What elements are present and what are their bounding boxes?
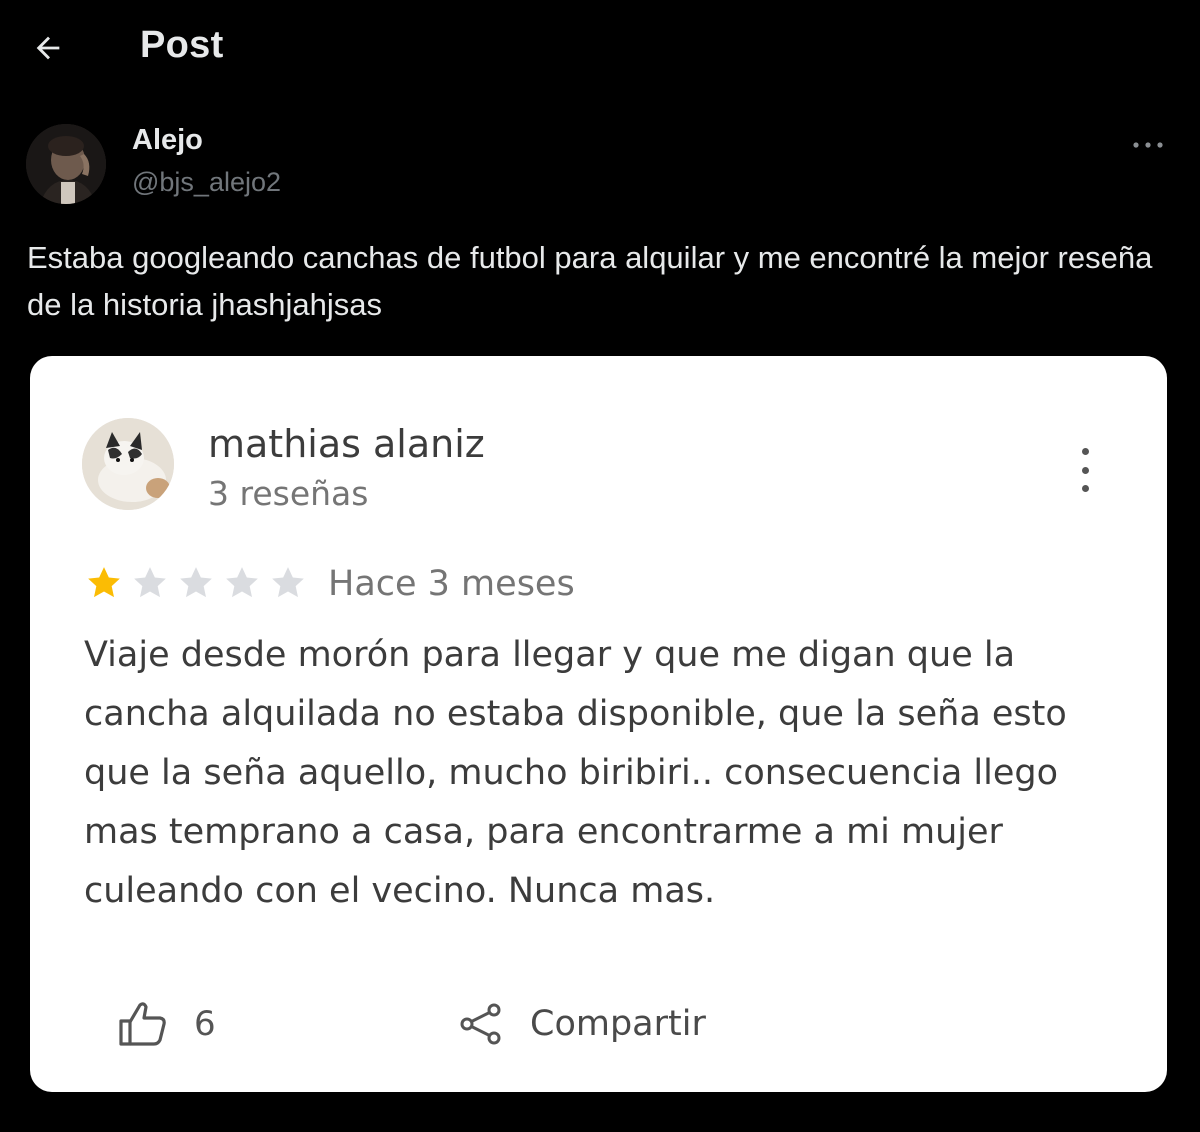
share-button[interactable]: Compartir	[458, 1001, 706, 1047]
star-icon	[134, 567, 166, 598]
review-date: Hace 3 meses	[328, 564, 575, 604]
star-icon	[226, 567, 258, 598]
star-icon	[272, 567, 304, 598]
like-button[interactable]: 6	[118, 1001, 216, 1047]
share-label: Compartir	[530, 1004, 706, 1044]
thumbs-up-icon	[119, 1002, 166, 1046]
reviewer-avatar[interactable]	[82, 418, 174, 510]
more-vertical-icon	[1081, 448, 1089, 455]
arrow-left-icon	[36, 36, 60, 60]
share-icon	[460, 1003, 501, 1045]
review-menu-button[interactable]	[1075, 448, 1095, 492]
post-header: Post	[0, 0, 1200, 95]
review-text: Viaje desde morón para llegar y que me d…	[84, 635, 1067, 911]
reviewer-name[interactable]: mathias alaniz	[208, 422, 485, 466]
more-horizontal-icon	[1133, 142, 1163, 148]
star-rating	[84, 563, 314, 603]
review-card-image[interactable]: mathias alaniz 3 reseñas Hace 3 meses Vi…	[30, 356, 1167, 1092]
page-title: Post	[140, 24, 224, 66]
star-icon	[180, 567, 212, 598]
author-avatar[interactable]	[26, 124, 106, 204]
star-icon	[88, 567, 120, 598]
back-button[interactable]	[28, 28, 68, 68]
reviewer-review-count: 3 reseñas	[208, 474, 369, 513]
like-count: 6	[194, 1004, 216, 1044]
author-handle[interactable]: @bjs_alejo2	[132, 167, 281, 198]
post-text: Estaba googleando canchas de futbol para…	[27, 240, 1153, 322]
author-name[interactable]: Alejo	[132, 124, 203, 157]
more-options-button[interactable]	[1126, 130, 1170, 160]
